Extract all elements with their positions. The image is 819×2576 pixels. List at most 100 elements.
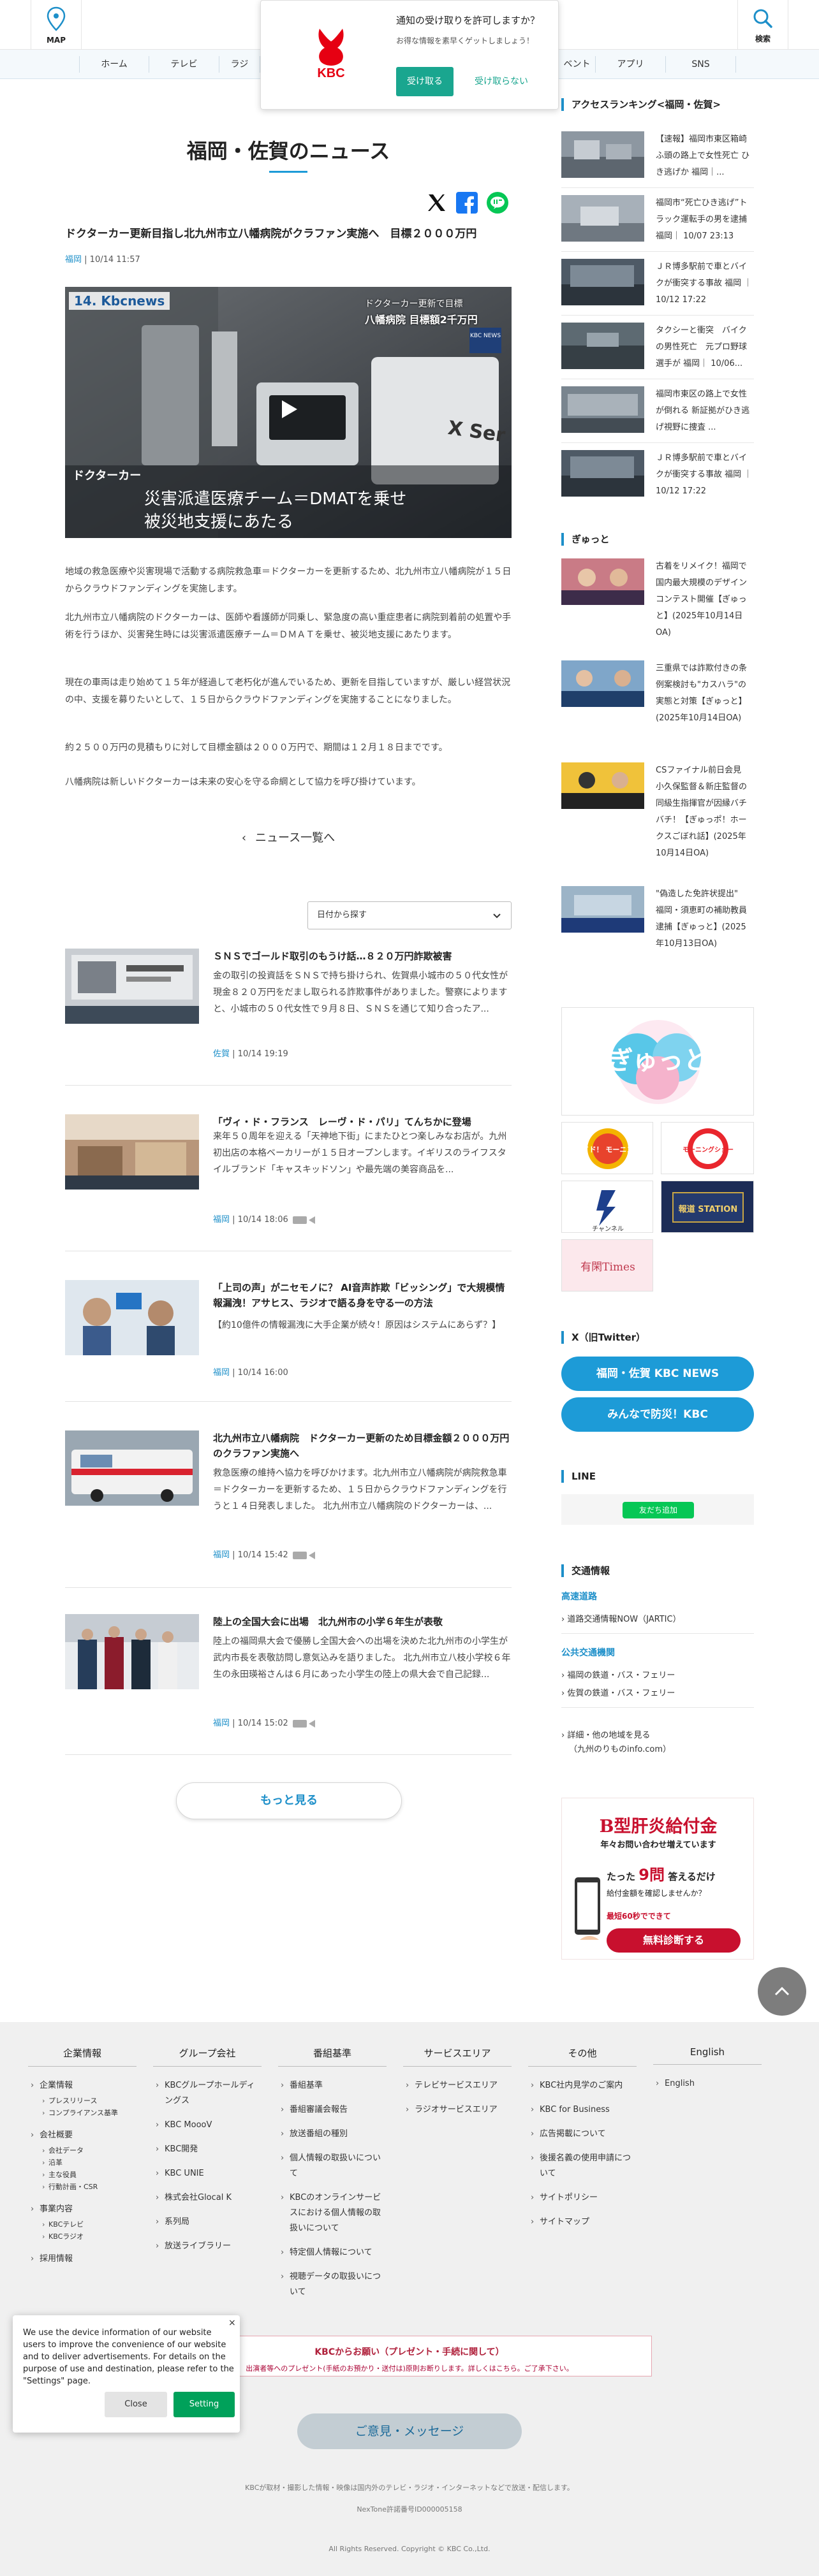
ranking-text[interactable]: 福岡市東区の路上で女性が倒れる 新証拠がひき逃げ視野に捜査 ... (656, 386, 754, 436)
footer-link[interactable]: 後援名義の使用申請について (528, 2151, 634, 2181)
ranking-thumbnail[interactable] (561, 323, 644, 369)
footer-link[interactable]: 放送ライブラリー (153, 2239, 259, 2254)
footer-link[interactable]: English (653, 2076, 759, 2092)
news-title[interactable]: 陸上の全国大会に出場 北九州市の小学６年生が表敬 (213, 1614, 512, 1629)
footer-link[interactable]: 事業内容 (28, 2202, 134, 2217)
ranking-text[interactable]: 【速報】福岡市東区箱崎ふ頭の路上で女性死亡 ひき逃げか 福岡｜... (656, 131, 754, 181)
news-title[interactable]: 北九州市立八幡病院 ドクターカー更新のため目標金額２０００万円のクラファン実施へ (213, 1430, 512, 1461)
gyutto-banner[interactable]: ぎゅっと (561, 1007, 754, 1116)
search-button[interactable]: 検索 (737, 0, 788, 50)
news-category[interactable]: 福岡 (213, 1719, 230, 1728)
footer-link[interactable]: KBC MoooV (153, 2118, 259, 2133)
news-thumbnail[interactable] (65, 1114, 199, 1190)
footer-link[interactable]: KBC社内見学のご案内 (528, 2078, 634, 2093)
station-banner[interactable]: 報道 STATION (661, 1181, 754, 1233)
footer-link[interactable]: KBC開発 (153, 2142, 259, 2157)
back-to-news-list-link[interactable]: ‹ ニュース一覧へ (65, 829, 512, 845)
footer-link[interactable]: 番組基準 (278, 2078, 384, 2093)
ranking-item[interactable]: 福岡市東区の路上で女性が倒れる 新証拠がひき逃げ視野に捜査 ... (561, 386, 754, 443)
nav-home[interactable]: ホーム (79, 56, 149, 73)
ranking-item[interactable]: タクシーと衝突 バイクの男性死亡 元プロ野球選手が 福岡｜ 10/06... (561, 323, 754, 379)
gyutto-item[interactable]: CSファイナル前日会見 小久保監督＆新庄監督の同級生指揮官が因縁バチバチ！【ぎゅ… (561, 762, 754, 858)
news-title[interactable]: 「ヴィ・ド・フランス レーヴ・ド・パリ」てんちかに登場 (213, 1114, 512, 1130)
load-more-button[interactable]: もっと見る (176, 1782, 402, 1819)
gyutto-thumbnail[interactable] (561, 762, 644, 809)
ranking-text[interactable]: 福岡市“死亡ひき逃げ”トラック運転手の男を逮捕 福岡｜ 10/07 23:13 (656, 195, 754, 245)
news-thumbnail[interactable] (65, 1614, 199, 1689)
footer-link[interactable]: 会社概要 (28, 2128, 134, 2143)
news-list-item[interactable]: ＳＮＳでゴールド取引のもうけ話…８２０万円詐欺被害 金の取引の投資話をＳＮＳで持… (65, 949, 512, 1140)
gyutto-thumbnail[interactable] (561, 660, 644, 707)
ranking-thumbnail[interactable] (561, 131, 644, 178)
footer-link[interactable]: 企業情報 (28, 2078, 134, 2093)
news-list-item[interactable]: 「ヴィ・ド・フランス レーヴ・ド・パリ」てんちかに登場 来年５０周年を迎える「天… (65, 1114, 512, 1306)
ad-banner-hepatitis[interactable]: B型肝炎給付金 年々お問い合わせ増えています たった 9問 答えるだけ 給付金額… (561, 1798, 754, 1960)
news-thumbnail[interactable] (65, 949, 199, 1024)
footer-sublink[interactable]: KBCラジオ (28, 2230, 136, 2243)
gyutto-thumbnail[interactable] (561, 886, 644, 933)
footer-link[interactable]: 採用情報 (28, 2252, 134, 2267)
gyutto-item[interactable]: 古着をリメイク！福岡で国内最大規模のデザインコンテスト開催【ぎゅっと】(2025… (561, 558, 754, 639)
ranking-thumbnail[interactable] (561, 195, 644, 242)
ranking-item[interactable]: 福岡市“死亡ひき逃げ”トラック運転手の男を逮捕 福岡｜ 10/07 23:13 (561, 195, 754, 252)
footer-link[interactable]: KBC UNIE (153, 2166, 259, 2181)
line-add-friend-button[interactable]: 友だち追加 (623, 1502, 694, 1518)
channel-banner[interactable]: チャンネル (561, 1181, 653, 1233)
kbc-request-box[interactable]: KBCからお願い（プレゼント・手続に関して） 出演者等へのプレゼント(手紙のお預… (167, 2336, 652, 2376)
ad-cta-button[interactable]: 無料診断する (607, 1928, 741, 1953)
footer-sublink[interactable]: 会社データ (28, 2144, 136, 2157)
news-category[interactable]: 福岡 (213, 1368, 230, 1378)
footer-sublink[interactable]: コンプライアンス基準 (28, 2107, 136, 2119)
share-line-button[interactable] (486, 191, 509, 214)
ranking-item[interactable]: ＪＲ博多駅前で車とバイクが衝突する事故 福岡 ｜ 10/12 17:22 (561, 259, 754, 316)
ranking-thumbnail[interactable] (561, 386, 644, 433)
traffic-link-jartic[interactable]: › 道路交通情報NOW（JARTIC） (561, 1613, 754, 1634)
news-title[interactable]: 「上司の声」がニセモノに？ AI音声詐欺「ビッシング」で大規模情報漏洩！アサヒス… (213, 1280, 512, 1311)
footer-link[interactable]: テレビサービスエリア (403, 2078, 509, 2093)
news-category[interactable]: 福岡 (213, 1550, 230, 1560)
news-thumbnail[interactable] (65, 1430, 199, 1506)
twitter-kbc-news-button[interactable]: 福岡・佐賀 KBC NEWS (561, 1357, 754, 1391)
map-button[interactable]: MAP (31, 0, 82, 50)
nav-app[interactable]: アプリ (596, 56, 666, 73)
ranking-item[interactable]: ＪＲ博多駅前で車とバイクが衝突する事故 福岡 ｜ 10/12 17:22 (561, 450, 754, 504)
footer-sublink[interactable]: 主な役員 (28, 2169, 136, 2181)
footer-link[interactable]: 放送番組の種別 (278, 2127, 384, 2142)
traffic-link-saga[interactable]: › 佐賀の鉄道・バス・フェリー (561, 1687, 754, 1708)
footer-link[interactable]: 番組審議会報告 (278, 2102, 384, 2118)
news-title[interactable]: ＳＮＳでゴールド取引のもうけ話…８２０万円詐欺被害 (213, 949, 512, 964)
footer-link[interactable]: サイトポリシー (528, 2190, 634, 2206)
gyutto-text[interactable]: "偽造した免許状提出" 福岡・須恵町の補助教員逮捕【ぎゅっと】(2025年10月… (656, 886, 754, 952)
ranking-text[interactable]: ＪＲ博多駅前で車とバイクが衝突する事故 福岡 ｜ 10/12 17:22 (656, 259, 754, 309)
yukan-times-banner[interactable]: 有閑Times (561, 1239, 653, 1292)
footer-link[interactable]: 個人情報の取扱いについて (278, 2151, 384, 2181)
footer-link[interactable]: 視聴データの取扱いについて (278, 2269, 384, 2300)
news-list-item[interactable]: 北九州市立八幡病院 ドクターカー更新のため目標金額２０００万円のクラファン実施へ… (65, 1430, 512, 1622)
cookie-close-button[interactable]: Close (105, 2392, 167, 2417)
footer-link[interactable]: ラジオサービスエリア (403, 2102, 509, 2118)
nav-tv[interactable]: テレビ (149, 56, 219, 73)
nav-sns[interactable]: SNS (666, 56, 736, 73)
ranking-text[interactable]: ＪＲ博多駅前で車とバイクが衝突する事故 福岡 ｜ 10/12 17:22 (656, 450, 754, 500)
footer-link[interactable]: KBCグループホールディングス (153, 2078, 259, 2109)
share-facebook-button[interactable] (455, 191, 478, 214)
accept-notification-button[interactable]: 受け取る (396, 67, 454, 96)
ranking-thumbnail[interactable] (561, 450, 644, 497)
nav-radio[interactable]: ラジ (219, 56, 260, 73)
news-thumbnail[interactable] (65, 1280, 199, 1355)
twitter-bousai-button[interactable]: みんなで防災！KBC (561, 1397, 754, 1432)
footer-link[interactable]: 株式会社Glocal K (153, 2190, 259, 2206)
opinion-message-button[interactable]: ご意見・メッセージ (297, 2413, 522, 2449)
footer-link[interactable]: 広告掲載について (528, 2127, 634, 2142)
footer-link[interactable]: 系列局 (153, 2215, 259, 2230)
gyutto-text[interactable]: 三重県では詐欺付きの条例案検討も"カスハラ"の実態と対策【ぎゅっと】(2025年… (656, 660, 754, 727)
gyutto-thumbnail[interactable] (561, 558, 644, 605)
gyutto-item[interactable]: "偽造した免許状提出" 福岡・須恵町の補助教員逮捕【ぎゅっと】(2025年10月… (561, 886, 754, 956)
footer-link[interactable]: サイトマップ (528, 2215, 634, 2230)
footer-sublink[interactable]: KBCテレビ (28, 2218, 136, 2230)
gyutto-item[interactable]: 三重県では詐欺付きの条例案検討も"カスハラ"の実態と対策【ぎゅっと】(2025年… (561, 660, 754, 741)
footer-link[interactable]: KBCのオンラインサービスにおける個人情報の取扱いについて (278, 2190, 384, 2236)
wide-morning-banner[interactable]: ワイド！ モーニング (561, 1122, 653, 1174)
morning-show-banner[interactable]: モーニングショー (661, 1122, 754, 1174)
play-icon[interactable] (276, 397, 301, 422)
